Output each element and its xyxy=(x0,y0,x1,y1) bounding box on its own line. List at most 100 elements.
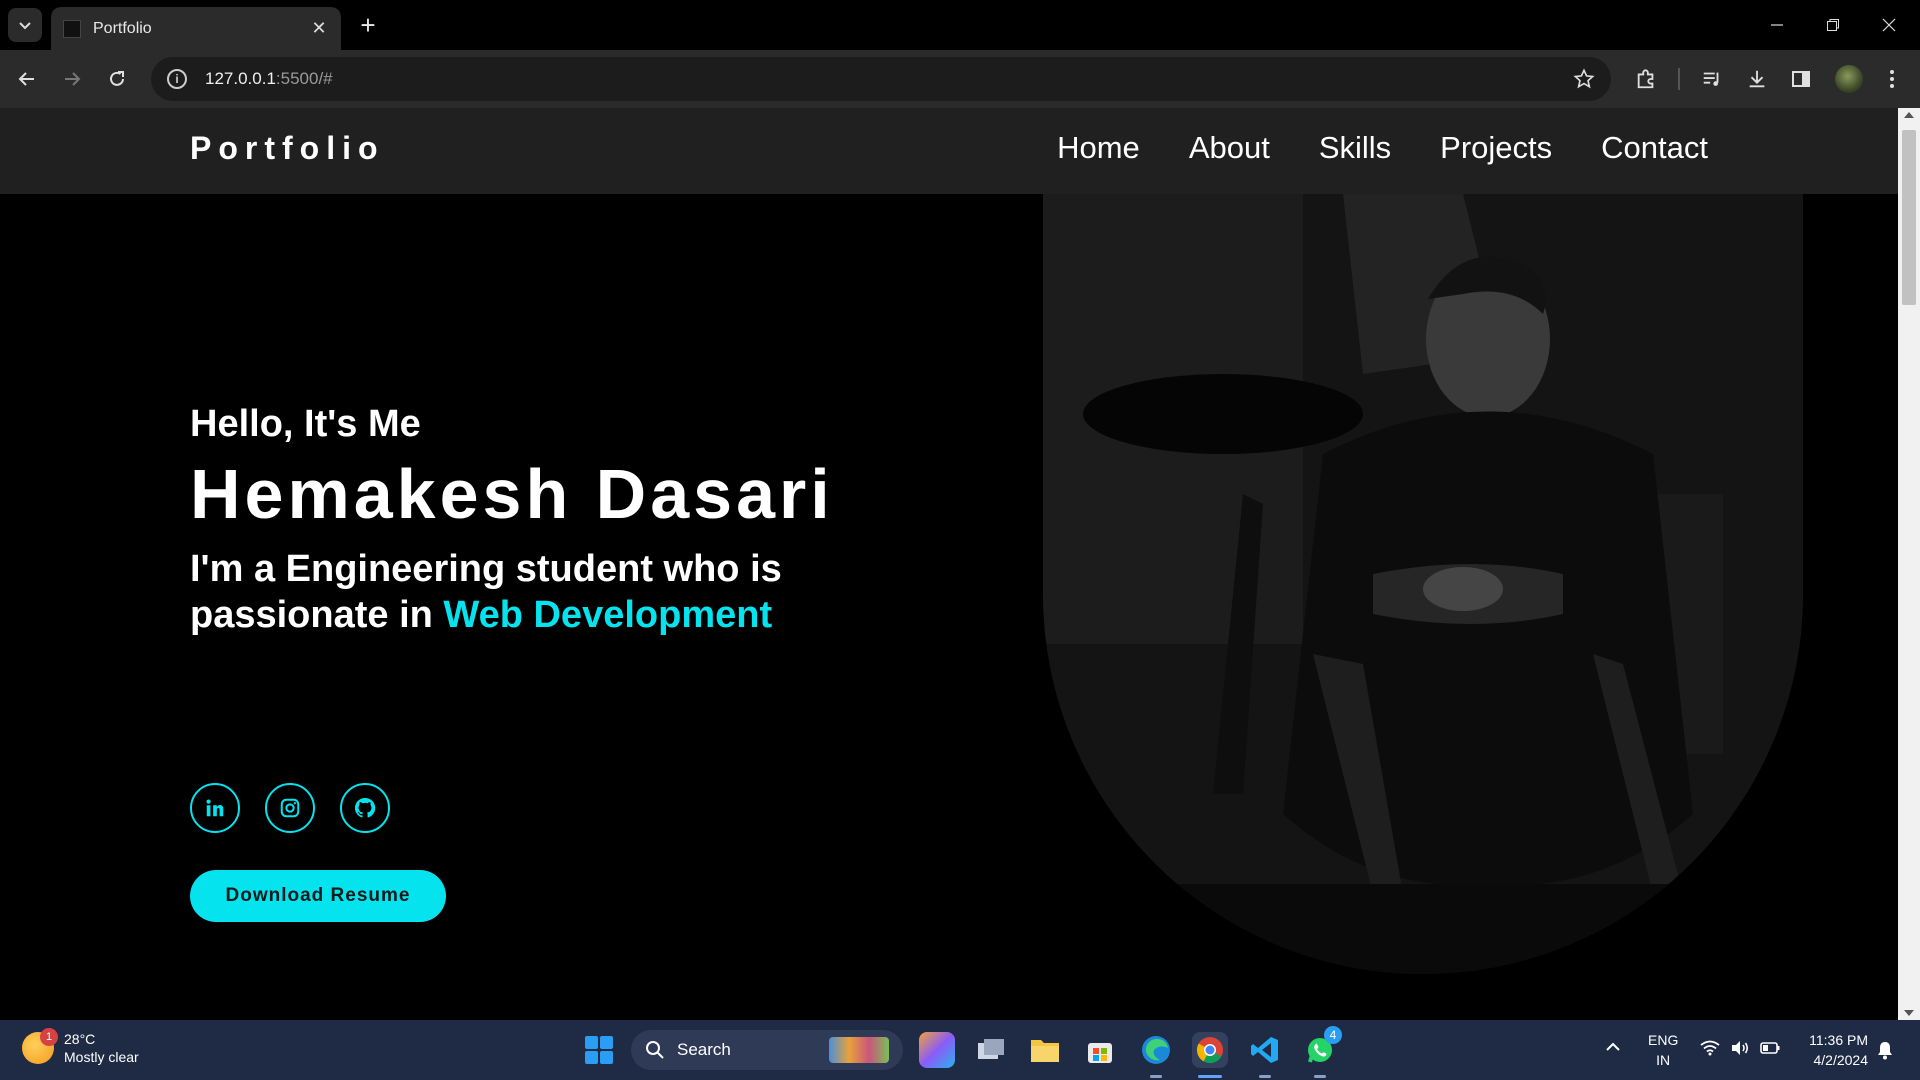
nav-home[interactable]: Home xyxy=(1057,130,1140,166)
restore-button[interactable] xyxy=(1805,0,1861,50)
weather-widget[interactable]: 1 28°C Mostly clear xyxy=(22,1028,139,1066)
back-button[interactable] xyxy=(11,63,43,95)
linkedin-icon xyxy=(206,799,224,817)
store-icon xyxy=(1088,1043,1112,1063)
nav-projects[interactable]: Projects xyxy=(1440,130,1552,166)
page-viewport: Portfolio Home About Skills Projects Con… xyxy=(0,108,1898,1020)
address-bar[interactable]: i 127.0.0.1:5500/# xyxy=(151,57,1611,101)
edge-icon xyxy=(1142,1036,1170,1064)
taskbar-app-file-explorer[interactable] xyxy=(1027,1032,1063,1068)
search-highlights-icon xyxy=(829,1037,889,1063)
arrow-left-icon xyxy=(18,72,34,86)
search-label: Search xyxy=(677,1040,731,1059)
forward-button[interactable] xyxy=(56,63,88,95)
site-logo[interactable]: Portfolio xyxy=(190,130,385,167)
nav-contact[interactable]: Contact xyxy=(1601,130,1708,166)
github-link[interactable] xyxy=(340,783,390,833)
download-resume-button[interactable]: Download Resume xyxy=(190,870,446,922)
whatsapp-running-indicator xyxy=(1314,1075,1326,1078)
close-window-button[interactable] xyxy=(1861,0,1917,50)
edge-running-indicator xyxy=(1150,1075,1162,1078)
volume-icon xyxy=(1732,1041,1749,1055)
weather-condition: Mostly clear xyxy=(64,1049,139,1065)
show-hidden-icons-button[interactable] xyxy=(1605,1038,1621,1058)
kebab-menu-icon xyxy=(1890,70,1894,88)
clock-date: 4/2/2024 xyxy=(1813,1052,1869,1068)
taskbar-search[interactable]: Search xyxy=(631,1030,903,1070)
chevron-down-icon xyxy=(19,22,31,30)
wifi-icon xyxy=(1700,1040,1720,1056)
download-icon xyxy=(1749,70,1765,88)
extensions-button[interactable] xyxy=(1630,63,1662,95)
taskbar-app-edge[interactable] xyxy=(1138,1032,1174,1068)
scroll-down-arrow-icon[interactable] xyxy=(1904,1010,1914,1016)
url-host: 127.0.0.1 xyxy=(205,69,276,88)
site-header: Portfolio Home About Skills Projects Con… xyxy=(0,108,1898,194)
close-tab-icon[interactable]: ✕ xyxy=(309,18,329,39)
side-panel-button[interactable] xyxy=(1785,63,1817,95)
minimize-button[interactable] xyxy=(1749,0,1805,50)
battery-icon xyxy=(1760,1042,1780,1054)
reload-button[interactable] xyxy=(101,63,133,95)
chrome-active-indicator xyxy=(1198,1075,1222,1078)
search-icon xyxy=(646,1041,664,1059)
page-scrollbar[interactable] xyxy=(1898,108,1920,1020)
taskbar-app-task-view[interactable] xyxy=(973,1032,1009,1068)
tab-title: Portfolio xyxy=(93,19,152,37)
browser-toolbar: i 127.0.0.1:5500/# xyxy=(0,50,1920,108)
browser-menu-button[interactable] xyxy=(1876,63,1908,95)
windows-taskbar: 1 28°C Mostly clear Search 4 ENG IN 11:3… xyxy=(0,1020,1920,1080)
site-info-icon[interactable]: i xyxy=(167,69,187,89)
bell-icon xyxy=(1878,1042,1892,1060)
chevron-up-icon xyxy=(1606,1042,1620,1051)
side-panel-icon xyxy=(1792,71,1810,87)
hero-name: Hemakesh Dasari xyxy=(190,455,834,533)
taskbar-app-chrome[interactable] xyxy=(1192,1032,1228,1068)
hero-intro: Hello, It's Me Hemakesh Dasari I'm a Eng… xyxy=(190,403,890,638)
reload-icon xyxy=(110,71,124,86)
minimize-icon xyxy=(1771,24,1783,26)
system-status-icons[interactable] xyxy=(1700,1040,1780,1056)
nav-about[interactable]: About xyxy=(1189,130,1270,166)
instagram-link[interactable] xyxy=(265,783,315,833)
person-seated-photo xyxy=(1043,194,1803,974)
taskbar-app-store[interactable] xyxy=(1082,1032,1118,1068)
taskbar-app-whatsapp[interactable]: 4 xyxy=(1302,1026,1342,1068)
restore-icon xyxy=(1827,19,1839,31)
new-tab-button[interactable]: + xyxy=(352,9,384,41)
scroll-up-arrow-icon[interactable] xyxy=(1904,112,1914,118)
clock[interactable]: 11:36 PM 4/2/2024 xyxy=(1800,1030,1868,1070)
region-code: IN xyxy=(1656,1052,1671,1068)
profile-avatar[interactable] xyxy=(1835,65,1863,93)
weather-temperature: 28°C xyxy=(64,1031,96,1047)
scroll-thumb[interactable] xyxy=(1902,130,1916,305)
start-button[interactable] xyxy=(585,1036,613,1064)
hero-greeting: Hello, It's Me xyxy=(190,403,421,445)
downloads-button[interactable] xyxy=(1741,63,1773,95)
tagline-highlight: Web Development xyxy=(443,594,773,636)
media-controls-button[interactable] xyxy=(1696,63,1728,95)
language-code: ENG xyxy=(1648,1032,1679,1048)
tab-favicon-icon xyxy=(63,19,81,38)
taskbar-app-vscode[interactable] xyxy=(1247,1032,1283,1068)
windows-logo-pane xyxy=(585,1051,598,1064)
clock-time: 11:36 PM xyxy=(1809,1032,1868,1048)
windows-logo-pane xyxy=(585,1036,598,1049)
vscode-icon xyxy=(1251,1037,1278,1063)
nav-skills[interactable]: Skills xyxy=(1319,130,1391,166)
folder-icon xyxy=(1031,1040,1059,1062)
notifications-button[interactable] xyxy=(1876,1040,1894,1065)
main-nav: Home About Skills Projects Contact xyxy=(1057,130,1708,166)
weather-badge: 1 xyxy=(40,1028,58,1046)
weather-text: 28°C Mostly clear xyxy=(64,1030,139,1066)
windows-logo-pane xyxy=(600,1051,613,1064)
linkedin-link[interactable] xyxy=(190,783,240,833)
tab-search-button[interactable] xyxy=(8,8,42,42)
github-icon xyxy=(354,797,376,818)
task-view-icon xyxy=(978,1039,1004,1059)
bookmark-star-icon[interactable] xyxy=(1573,68,1595,90)
url-path: :5500/# xyxy=(275,69,333,88)
tab-portfolio[interactable]: Portfolio ✕ xyxy=(51,7,341,50)
language-indicator[interactable]: ENG IN xyxy=(1648,1030,1678,1070)
taskbar-app-copilot[interactable] xyxy=(919,1032,955,1068)
